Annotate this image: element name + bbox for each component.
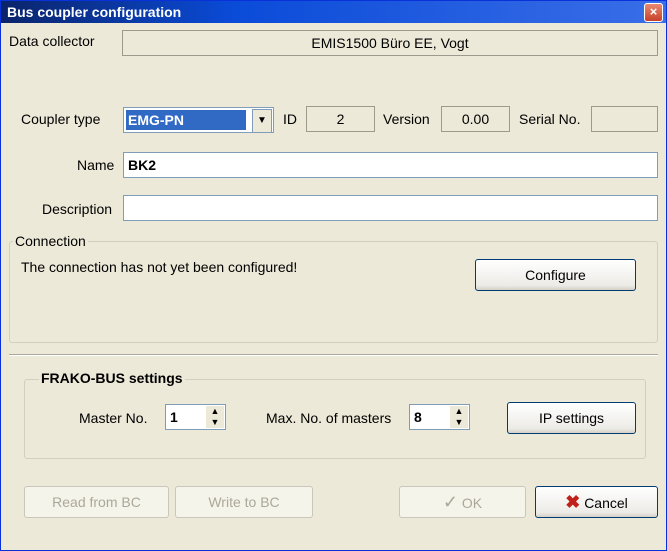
data-collector-field: EMIS1500 Büro EE, Vogt xyxy=(122,30,658,56)
version-label: Version xyxy=(383,111,430,127)
coupler-type-select[interactable]: EMG-PN ▼ xyxy=(123,107,274,133)
id-field: 2 xyxy=(306,106,375,132)
name-input[interactable]: BK2 xyxy=(123,152,658,178)
connection-status: The connection has not yet been configur… xyxy=(21,259,298,275)
cancel-button[interactable]: ✖ Cancel xyxy=(535,486,658,518)
read-from-bc-button[interactable]: Read from BC xyxy=(24,486,169,518)
serial-field xyxy=(591,106,658,132)
connection-group-label: Connection xyxy=(13,233,88,249)
cancel-button-label: Cancel xyxy=(584,495,628,511)
spin-arrows-icon[interactable]: ▲ ▼ xyxy=(206,406,224,428)
description-label: Description xyxy=(42,201,113,217)
checkmark-icon: ✓ xyxy=(442,492,458,512)
write-to-bc-button[interactable]: Write to BC xyxy=(175,486,313,518)
version-field: 0.00 xyxy=(441,106,510,132)
description-input[interactable] xyxy=(123,195,658,221)
bus-coupler-dialog: Bus coupler configuration × Data collect… xyxy=(0,0,667,551)
configure-button[interactable]: Configure xyxy=(475,259,636,291)
master-no-spinner[interactable]: 1 ▲ ▼ xyxy=(165,404,226,430)
master-no-value: 1 xyxy=(170,409,178,425)
ok-button[interactable]: ✓ OK xyxy=(399,486,526,518)
data-collector-label: Data collector xyxy=(9,33,95,49)
max-masters-label: Max. No. of masters xyxy=(266,410,392,426)
coupler-type-value: EMG-PN xyxy=(126,110,246,130)
red-x-icon: ✖ xyxy=(565,492,581,512)
ok-button-label: OK xyxy=(461,495,483,511)
master-no-label: Master No. xyxy=(79,410,148,426)
separator xyxy=(9,354,658,356)
connection-group xyxy=(9,241,658,343)
chevron-down-icon[interactable]: ▼ xyxy=(252,109,272,133)
close-button[interactable]: × xyxy=(644,3,663,22)
id-label: ID xyxy=(283,111,297,127)
max-masters-value: 8 xyxy=(414,409,422,425)
max-masters-spinner[interactable]: 8 ▲ ▼ xyxy=(409,404,470,430)
ip-settings-button[interactable]: IP settings xyxy=(507,402,636,434)
title-bar: Bus coupler configuration × xyxy=(1,1,666,23)
spin-arrows-icon[interactable]: ▲ ▼ xyxy=(450,406,468,428)
close-icon: × xyxy=(649,4,658,19)
frako-bus-group-label: FRAKO-BUS settings xyxy=(39,370,185,386)
serial-label: Serial No. xyxy=(519,111,581,127)
window-title: Bus coupler configuration xyxy=(7,4,182,20)
name-label: Name xyxy=(77,157,115,173)
coupler-type-label: Coupler type xyxy=(21,111,101,127)
